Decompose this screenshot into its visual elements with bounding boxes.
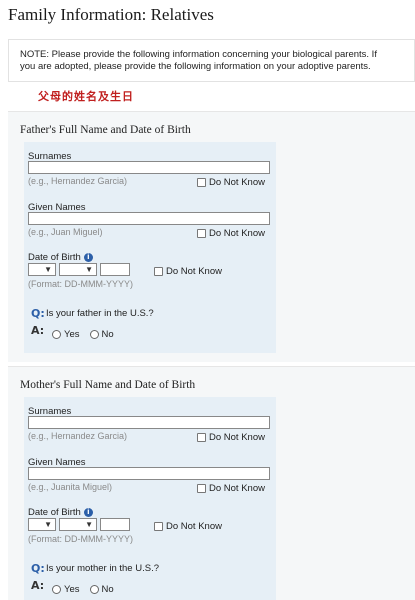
question-marker: Q: xyxy=(31,307,45,320)
father-dob-label: Date of Birth i xyxy=(28,252,93,263)
father-surnames-hint: (e.g., Hernandez Garcia) xyxy=(28,176,128,186)
father-dob-day-select[interactable]: ▼ xyxy=(28,263,56,276)
mother-in-us-no-label: No xyxy=(101,584,114,595)
father-dob-dnk-checkbox[interactable] xyxy=(154,267,163,276)
father-given-names-do-not-know[interactable]: Do Not Know xyxy=(197,228,265,239)
father-section-heading: Father's Full Name and Date of Birth xyxy=(20,124,191,136)
father-dob-hint: (Format: DD-MMM-YYYY) xyxy=(28,279,133,289)
mother-dob-label: Date of Birth i xyxy=(28,507,93,518)
father-dob-month-select[interactable]: ▼ xyxy=(59,263,97,276)
mother-in-us-no-radio[interactable] xyxy=(89,585,99,594)
father-surnames-input[interactable] xyxy=(28,161,270,174)
father-in-us-no-label: No xyxy=(101,329,114,340)
chinese-annotation: 父母的姓名及生日 xyxy=(38,90,134,103)
father-given-names-dnk-checkbox[interactable] xyxy=(197,229,206,238)
chevron-down-icon: ▼ xyxy=(85,520,93,529)
mother-surnames-dnk-checkbox[interactable] xyxy=(197,433,206,442)
father-in-us-no-radio[interactable] xyxy=(89,330,99,339)
father-dob-year-input[interactable] xyxy=(100,263,130,276)
chevron-down-icon: ▼ xyxy=(44,265,52,274)
mother-given-names-dnk-checkbox[interactable] xyxy=(197,484,206,493)
mother-section: Mother's Full Name and Date of Birth Sur… xyxy=(8,366,415,600)
father-in-us-radio-group: Yes No xyxy=(52,329,124,340)
mother-dob-dnk-label: Do Not Know xyxy=(166,521,222,532)
mother-dob-dnk-checkbox[interactable] xyxy=(154,522,163,531)
father-in-us-yes-label: Yes xyxy=(64,329,80,340)
father-given-names-dnk-label: Do Not Know xyxy=(209,228,265,239)
father-given-names-hint: (e.g., Juan Miguel) xyxy=(28,227,103,237)
father-dob-dnk-label: Do Not Know xyxy=(166,266,222,277)
mother-dob-label-text: Date of Birth xyxy=(28,507,81,518)
mother-given-names-dnk-label: Do Not Know xyxy=(209,483,265,494)
chevron-down-icon: ▼ xyxy=(85,265,93,274)
mother-dob-month-select[interactable]: ▼ xyxy=(59,518,97,531)
mother-surnames-do-not-know[interactable]: Do Not Know xyxy=(197,432,265,443)
father-in-us-yes-radio[interactable] xyxy=(52,330,61,339)
father-surnames-do-not-know[interactable]: Do Not Know xyxy=(197,177,265,188)
father-in-us-question: Is your father in the U.S.? xyxy=(46,308,154,319)
mother-dob-hint: (Format: DD-MMM-YYYY) xyxy=(28,534,133,544)
note-box: NOTE: Please provide the following infor… xyxy=(8,39,415,82)
info-icon[interactable]: i xyxy=(83,508,93,517)
father-section: Father's Full Name and Date of Birth Sur… xyxy=(8,111,415,362)
mother-in-us-yes-radio[interactable] xyxy=(52,585,61,594)
mother-given-names-input[interactable] xyxy=(28,467,270,480)
mother-surnames-input[interactable] xyxy=(28,416,270,429)
father-form-panel: Surnames (e.g., Hernandez Garcia) Do Not… xyxy=(24,142,276,353)
info-icon[interactable]: i xyxy=(83,253,93,262)
father-dob-do-not-know[interactable]: Do Not Know xyxy=(154,266,222,277)
father-surnames-dnk-checkbox[interactable] xyxy=(197,178,206,187)
note-line-1: NOTE: Please provide the following infor… xyxy=(20,49,377,60)
note-line-2: you are adopted, please provide the foll… xyxy=(20,61,371,72)
mother-given-names-hint: (e.g., Juanita Miguel) xyxy=(28,482,113,492)
answer-marker: A: xyxy=(31,579,45,592)
mother-dob-day-select[interactable]: ▼ xyxy=(28,518,56,531)
mother-dob-do-not-know[interactable]: Do Not Know xyxy=(154,521,222,532)
mother-dob-year-input[interactable] xyxy=(100,518,130,531)
answer-marker: A: xyxy=(31,324,45,337)
mother-in-us-question: Is your mother in the U.S.? xyxy=(46,563,159,574)
mother-section-heading: Mother's Full Name and Date of Birth xyxy=(20,379,196,391)
father-surnames-dnk-label: Do Not Know xyxy=(209,177,265,188)
question-marker: Q: xyxy=(31,562,45,575)
mother-given-names-do-not-know[interactable]: Do Not Know xyxy=(197,483,265,494)
mother-surnames-hint: (e.g., Hernandez Garcia) xyxy=(28,431,128,441)
mother-form-panel: Surnames (e.g., Hernandez Garcia) Do Not… xyxy=(24,397,276,600)
mother-in-us-yes-label: Yes xyxy=(64,584,80,595)
page-title: Family Information: Relatives xyxy=(8,5,214,24)
mother-surnames-dnk-label: Do Not Know xyxy=(209,432,265,443)
chevron-down-icon: ▼ xyxy=(44,520,52,529)
father-given-names-input[interactable] xyxy=(28,212,270,225)
mother-in-us-radio-group: Yes No xyxy=(52,584,124,595)
father-dob-label-text: Date of Birth xyxy=(28,252,81,263)
